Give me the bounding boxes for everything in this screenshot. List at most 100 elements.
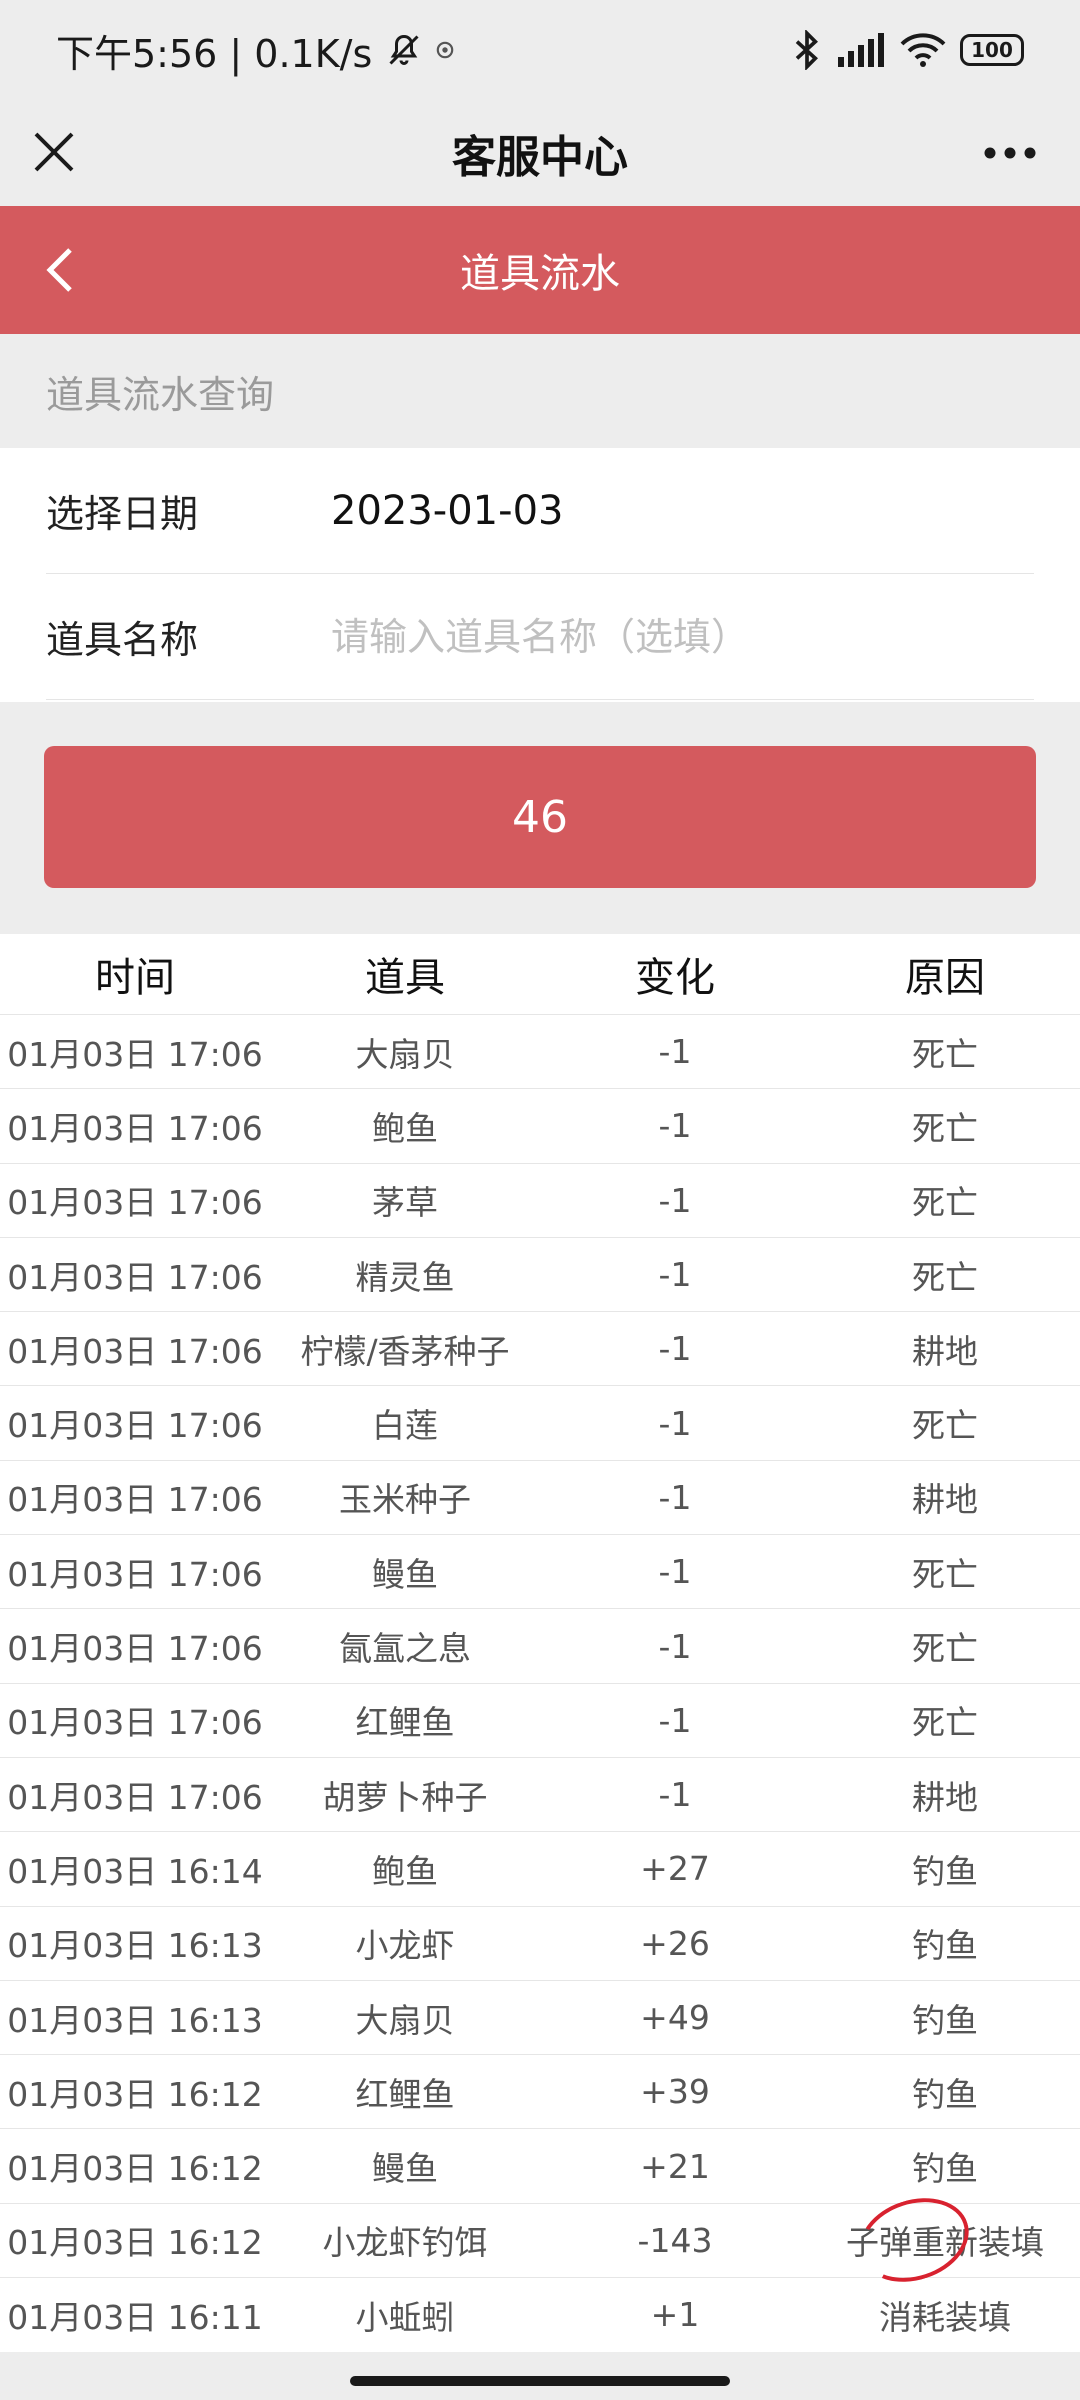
battery-level: 100 bbox=[971, 38, 1013, 62]
cell-change: -1 bbox=[658, 1032, 692, 1072]
back-arrow-icon[interactable] bbox=[30, 238, 94, 302]
table-row: 01月03日 17:06 大扇贝 -1 死亡 bbox=[0, 1014, 1080, 1088]
location-dot-icon bbox=[436, 41, 454, 59]
cell-change: -1 bbox=[658, 1106, 692, 1146]
date-value[interactable]: 2023-01-03 bbox=[331, 488, 563, 534]
more-dots-icon bbox=[984, 147, 1036, 159]
table-row: 01月03日 16:12 小龙虾钓饵 -143 子弹重新装填 bbox=[0, 2185, 1080, 2296]
cell-change: -1 bbox=[658, 1700, 692, 1740]
header-item: 道具 bbox=[365, 955, 445, 1001]
cell-item: 鲍鱼 bbox=[372, 1108, 438, 1148]
cell-item: 大扇贝 bbox=[355, 2000, 455, 2040]
cell-item: 红鲤鱼 bbox=[355, 1703, 455, 1743]
battery-icon: 100 bbox=[960, 34, 1024, 66]
cell-item: 茅草 bbox=[372, 1183, 438, 1223]
cell-time: 01月03日 17:06 bbox=[7, 1629, 263, 1669]
cell-item: 鳗鱼 bbox=[372, 2149, 438, 2189]
item-name-input[interactable] bbox=[331, 614, 1011, 659]
item-name-label: 道具名称 bbox=[46, 618, 199, 662]
cell-reason: 钓鱼 bbox=[912, 1851, 978, 1891]
cell-change: -1 bbox=[658, 1255, 692, 1295]
cell-item: 柠檬/香茅种子 bbox=[300, 1331, 510, 1371]
cell-reason: 钓鱼 bbox=[912, 2000, 978, 2040]
cell-item: 白莲 bbox=[372, 1406, 438, 1446]
cell-time: 01月03日 16:13 bbox=[7, 1926, 263, 1966]
cell-reason: 死亡 bbox=[912, 1703, 978, 1743]
table-row: 01月03日 16:12 红鲤鱼 +39 钓鱼 bbox=[0, 2054, 1080, 2128]
query-button[interactable]: 46 bbox=[44, 746, 1036, 888]
table-row: 01月03日 17:06 鳗鱼 -1 死亡 bbox=[0, 1534, 1080, 1608]
date-label: 选择日期 bbox=[46, 492, 199, 536]
top-navbar: 客服中心 bbox=[0, 100, 1080, 206]
cell-change: +49 bbox=[640, 1998, 710, 2037]
cell-item: 鲍鱼 bbox=[372, 1851, 438, 1891]
header-time: 时间 bbox=[95, 955, 175, 1001]
table-row: 01月03日 16:13 小龙虾 +26 钓鱼 bbox=[0, 1905, 1080, 1980]
cell-reason: 消耗装填 bbox=[879, 2297, 1011, 2337]
cell-item: 胡萝卜种子 bbox=[322, 1777, 488, 1817]
table-header: 时间 道具 变化 原因 bbox=[0, 934, 1080, 1014]
cell-change: +1 bbox=[650, 2295, 700, 2335]
cell-time: 01月03日 17:06 bbox=[7, 1554, 263, 1594]
cell-change: -1 bbox=[658, 1329, 692, 1369]
cell-time: 01月03日 17:06 bbox=[7, 1480, 263, 1520]
table-row: 01月03日 17:06 红鲤鱼 -1 死亡 bbox=[0, 1682, 1080, 1757]
cell-change: -1 bbox=[658, 1775, 692, 1815]
cell-item: 精灵鱼 bbox=[355, 1257, 455, 1297]
cell-time: 01月03日 17:06 bbox=[7, 1406, 263, 1446]
cell-time: 01月03日 17:06 bbox=[7, 1703, 263, 1743]
button-area: 46 bbox=[0, 702, 1080, 934]
bluetooth-icon bbox=[795, 30, 818, 70]
home-indicator[interactable] bbox=[350, 2376, 730, 2386]
cell-time: 01月03日 17:06 bbox=[7, 1108, 263, 1148]
cell-time: 01月03日 16:14 bbox=[7, 1851, 263, 1891]
item-flow-table: 时间 道具 变化 原因 01月03日 17:06 大扇贝 -1 死亡 01月03… bbox=[0, 934, 1080, 2352]
header-change: 变化 bbox=[635, 955, 715, 1001]
item-name-row: 道具名称 bbox=[46, 574, 1034, 700]
signal-icon bbox=[838, 33, 884, 67]
table-row: 01月03日 16:12 鳗鱼 +21 钓鱼 bbox=[0, 2128, 1080, 2202]
cell-change: -1 bbox=[658, 1180, 692, 1220]
cell-reason: 死亡 bbox=[912, 1108, 978, 1148]
header-reason: 原因 bbox=[905, 955, 985, 1001]
cell-change: +39 bbox=[640, 2072, 710, 2112]
cell-item: 红鲤鱼 bbox=[355, 2074, 455, 2114]
query-form: 选择日期 2023-01-03 道具名称 bbox=[0, 448, 1080, 702]
cell-change: -1 bbox=[658, 1626, 692, 1666]
cell-reason: 死亡 bbox=[912, 1183, 978, 1223]
cell-item: 玉米种子 bbox=[339, 1480, 471, 1520]
cell-time: 01月03日 17:06 bbox=[7, 1034, 263, 1074]
cell-change: -1 bbox=[658, 1403, 692, 1443]
date-row[interactable]: 选择日期 2023-01-03 bbox=[46, 448, 1034, 574]
cell-change: +27 bbox=[640, 1849, 710, 1889]
header-bar: 道具流水 bbox=[0, 206, 1080, 334]
cell-item: 大扇贝 bbox=[355, 1034, 455, 1074]
table-row: 01月03日 16:14 鲍鱼 +27 钓鱼 bbox=[0, 1831, 1080, 1905]
cell-time: 01月03日 17:06 bbox=[7, 1183, 263, 1223]
cell-item: 氤氲之息 bbox=[339, 1629, 471, 1669]
cell-reason: 死亡 bbox=[912, 1257, 978, 1297]
cell-change: +26 bbox=[640, 1923, 710, 1963]
cell-time: 01月03日 16:12 bbox=[7, 2074, 263, 2114]
table-row: 01月03日 17:06 柠檬/香茅种子 -1 耕地 bbox=[0, 1311, 1080, 1385]
more-button[interactable] bbox=[970, 120, 1050, 186]
table-row: 01月03日 17:06 白莲 -1 死亡 bbox=[0, 1385, 1080, 1459]
cell-reason: 死亡 bbox=[912, 1034, 978, 1074]
cell-reason: 子弹重新装填 bbox=[810, 2185, 1080, 2296]
mute-bell-icon bbox=[389, 34, 419, 65]
cell-item: 小龙虾 bbox=[355, 1926, 455, 1966]
close-icon[interactable] bbox=[30, 120, 96, 186]
header-title: 道具流水 bbox=[460, 251, 620, 297]
table-row: 01月03日 17:06 氤氲之息 -1 死亡 bbox=[0, 1608, 1080, 1682]
table-row: 01月03日 16:13 大扇贝 +49 钓鱼 bbox=[0, 1979, 1080, 2054]
cell-item: 小龙虾钓饵 bbox=[322, 2223, 488, 2263]
cell-reason: 死亡 bbox=[912, 1406, 978, 1446]
cell-reason: 钓鱼 bbox=[912, 1926, 978, 1966]
status-left: 下午5:56 | 0.1K/s bbox=[56, 23, 454, 78]
cell-reason: 钓鱼 bbox=[912, 2149, 978, 2189]
cell-reason: 钓鱼 bbox=[912, 2074, 978, 2114]
page-title: 客服中心 bbox=[452, 132, 628, 183]
cell-reason: 耕地 bbox=[912, 1777, 978, 1817]
table-row: 01月03日 17:06 茅草 -1 死亡 bbox=[0, 1162, 1080, 1237]
table-row: 01月03日 17:06 鲍鱼 -1 死亡 bbox=[0, 1088, 1080, 1162]
